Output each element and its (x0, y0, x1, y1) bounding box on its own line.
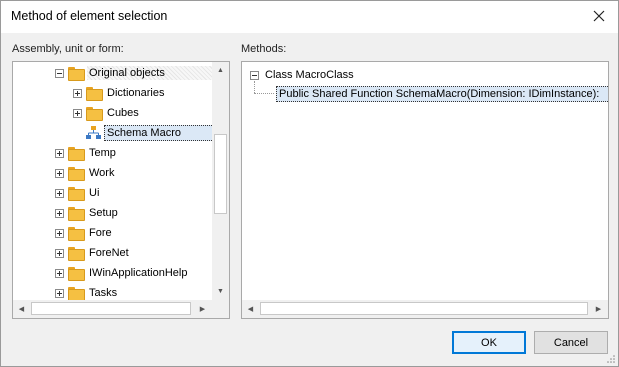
expand-icon[interactable] (73, 88, 82, 98)
ok-button[interactable]: OK (452, 331, 526, 354)
tree-vertical-scrollbar[interactable]: ▲ ▼ (212, 62, 229, 300)
tree-item-label: Schema Macro (104, 125, 216, 141)
tree-item-label: Setup (89, 207, 118, 219)
tree-horizontal-scrollbar[interactable]: ◀ ▶ (13, 300, 229, 318)
methods-tree[interactable]: Class MacroClass Public Shared Function … (241, 61, 609, 319)
expand-icon[interactable] (55, 208, 64, 218)
tree-item[interactable]: ForeNet (55, 243, 131, 263)
assembly-label: Assembly, unit or form: (12, 43, 124, 55)
tree-item-label: Fore (89, 227, 112, 239)
scroll-left-button[interactable]: ◀ (13, 300, 30, 317)
expand-icon[interactable] (55, 168, 64, 178)
folder-icon (86, 107, 103, 121)
expand-icon[interactable] (55, 288, 64, 298)
folder-icon (68, 287, 85, 301)
expand-icon[interactable] (55, 248, 64, 258)
dialog-title: Method of element selection (11, 9, 168, 23)
tree-connector (254, 93, 274, 94)
collapse-icon[interactable] (250, 70, 259, 80)
scroll-right-button[interactable]: ▶ (590, 300, 607, 317)
tree-item-label: Dictionaries (107, 87, 165, 99)
tree-item-label: Cubes (107, 107, 139, 119)
close-icon (593, 10, 605, 22)
tree-item-label: ForeNet (89, 247, 129, 259)
folder-icon (68, 147, 85, 161)
hscroll-thumb[interactable] (31, 302, 191, 315)
folder-icon (68, 167, 85, 181)
dialog-window: Method of element selection Assembly, un… (0, 0, 619, 367)
expand-icon[interactable] (55, 228, 64, 238)
folder-icon (68, 187, 85, 201)
tree-item-label: Original objects (87, 66, 215, 80)
class-node[interactable]: Class MacroClass (250, 65, 356, 85)
expand-icon[interactable] (55, 148, 64, 158)
tree-item[interactable]: IWinApplicationHelp (55, 263, 189, 283)
tree-item-label: Work (89, 167, 115, 179)
tree-item[interactable]: Schema Macro (73, 123, 216, 143)
tree-item-label: Ui (89, 187, 100, 199)
folder-icon (68, 67, 85, 81)
folder-icon (68, 207, 85, 221)
schema-macro-icon (86, 126, 101, 139)
methods-label: Methods: (241, 43, 287, 55)
resize-grip-icon[interactable] (606, 354, 616, 364)
tree-item[interactable]: Cubes (73, 103, 141, 123)
tree-item[interactable]: Work (55, 163, 116, 183)
scroll-down-button[interactable]: ▼ (212, 283, 229, 300)
methods-horizontal-scrollbar[interactable]: ◀ ▶ (242, 300, 608, 318)
scroll-up-button[interactable]: ▲ (212, 62, 229, 79)
tree-item-label: IWinApplicationHelp (89, 267, 188, 279)
folder-icon (68, 227, 85, 241)
folder-icon (68, 267, 85, 281)
method-node[interactable]: Public Shared Function SchemaMacro(Dimen… (276, 84, 608, 104)
hscroll-thumb[interactable] (260, 302, 588, 315)
expand-icon[interactable] (55, 268, 64, 278)
method-node-label: Public Shared Function SchemaMacro(Dimen… (276, 86, 608, 102)
class-node-label: Class MacroClass (265, 69, 354, 81)
cancel-button[interactable]: Cancel (534, 331, 608, 354)
tree-item-label: Tasks (89, 287, 118, 299)
expand-icon[interactable] (73, 108, 82, 118)
tree-item[interactable]: Dictionaries (73, 83, 166, 103)
tree-item[interactable]: Fore (55, 223, 114, 243)
tree-connector (254, 81, 255, 93)
expand-icon[interactable] (55, 188, 64, 198)
scroll-right-button[interactable]: ▶ (194, 300, 211, 317)
folder-icon (68, 247, 85, 261)
assembly-tree[interactable]: Original objects Dictionaries Cubes Schema … (12, 61, 230, 319)
tree-item-label: Temp (89, 147, 116, 159)
tree-item[interactable]: Temp (55, 143, 118, 163)
scroll-thumb[interactable] (214, 134, 227, 214)
folder-icon (86, 87, 103, 101)
scroll-left-button[interactable]: ◀ (242, 300, 259, 317)
title-bar: Method of element selection (1, 1, 618, 33)
tree-item[interactable]: Original objects (55, 63, 215, 83)
close-button[interactable] (586, 4, 612, 28)
collapse-icon[interactable] (55, 68, 64, 78)
tree-item[interactable]: Setup (55, 203, 120, 223)
tree-item[interactable]: Ui (55, 183, 101, 203)
